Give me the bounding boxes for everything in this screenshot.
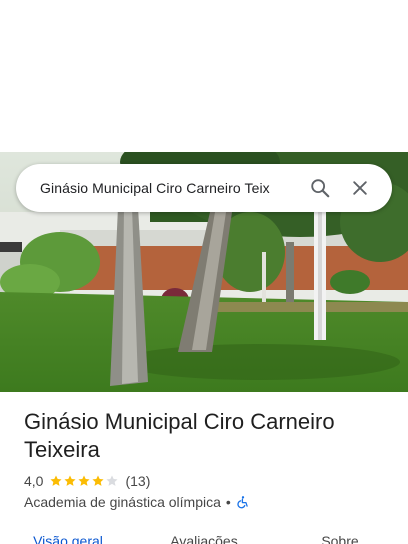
separator-dot: • (225, 494, 231, 510)
wheelchair-icon (237, 496, 248, 509)
star-filled-icon (50, 475, 63, 486)
tab-reviews[interactable]: Avaliações (136, 528, 272, 544)
search-button[interactable] (300, 168, 340, 208)
review-count[interactable]: (13) (125, 473, 150, 489)
tab-about[interactable]: Sobre (272, 528, 408, 544)
star-filled-icon (64, 475, 77, 486)
category-row: Academia de ginástica olímpica • (24, 493, 250, 511)
star-empty-icon (106, 475, 119, 486)
rating-stars (49, 474, 119, 488)
rating-row[interactable]: 4,0 (13) (24, 472, 150, 490)
tab-overview[interactable]: Visão geral (0, 528, 136, 544)
search-input[interactable]: Ginásio Municipal Ciro Carneiro Teix (40, 180, 300, 196)
close-icon (353, 181, 367, 195)
place-title: Ginásio Municipal Ciro Carneiro Teixeira (24, 409, 335, 462)
search-icon (311, 179, 330, 198)
search-bar[interactable]: Ginásio Municipal Ciro Carneiro Teix (16, 164, 392, 212)
place-tabs: Visão geral Avaliações Sobre (0, 528, 408, 544)
star-filled-icon (78, 475, 91, 486)
rating-value: 4,0 (24, 473, 44, 489)
place-sheet: Ginásio Municipal Ciro Carneiro Teix Gin… (0, 0, 408, 544)
close-button[interactable] (340, 168, 380, 208)
star-filled-icon (92, 475, 105, 486)
place-category[interactable]: Academia de ginástica olímpica (24, 494, 221, 510)
